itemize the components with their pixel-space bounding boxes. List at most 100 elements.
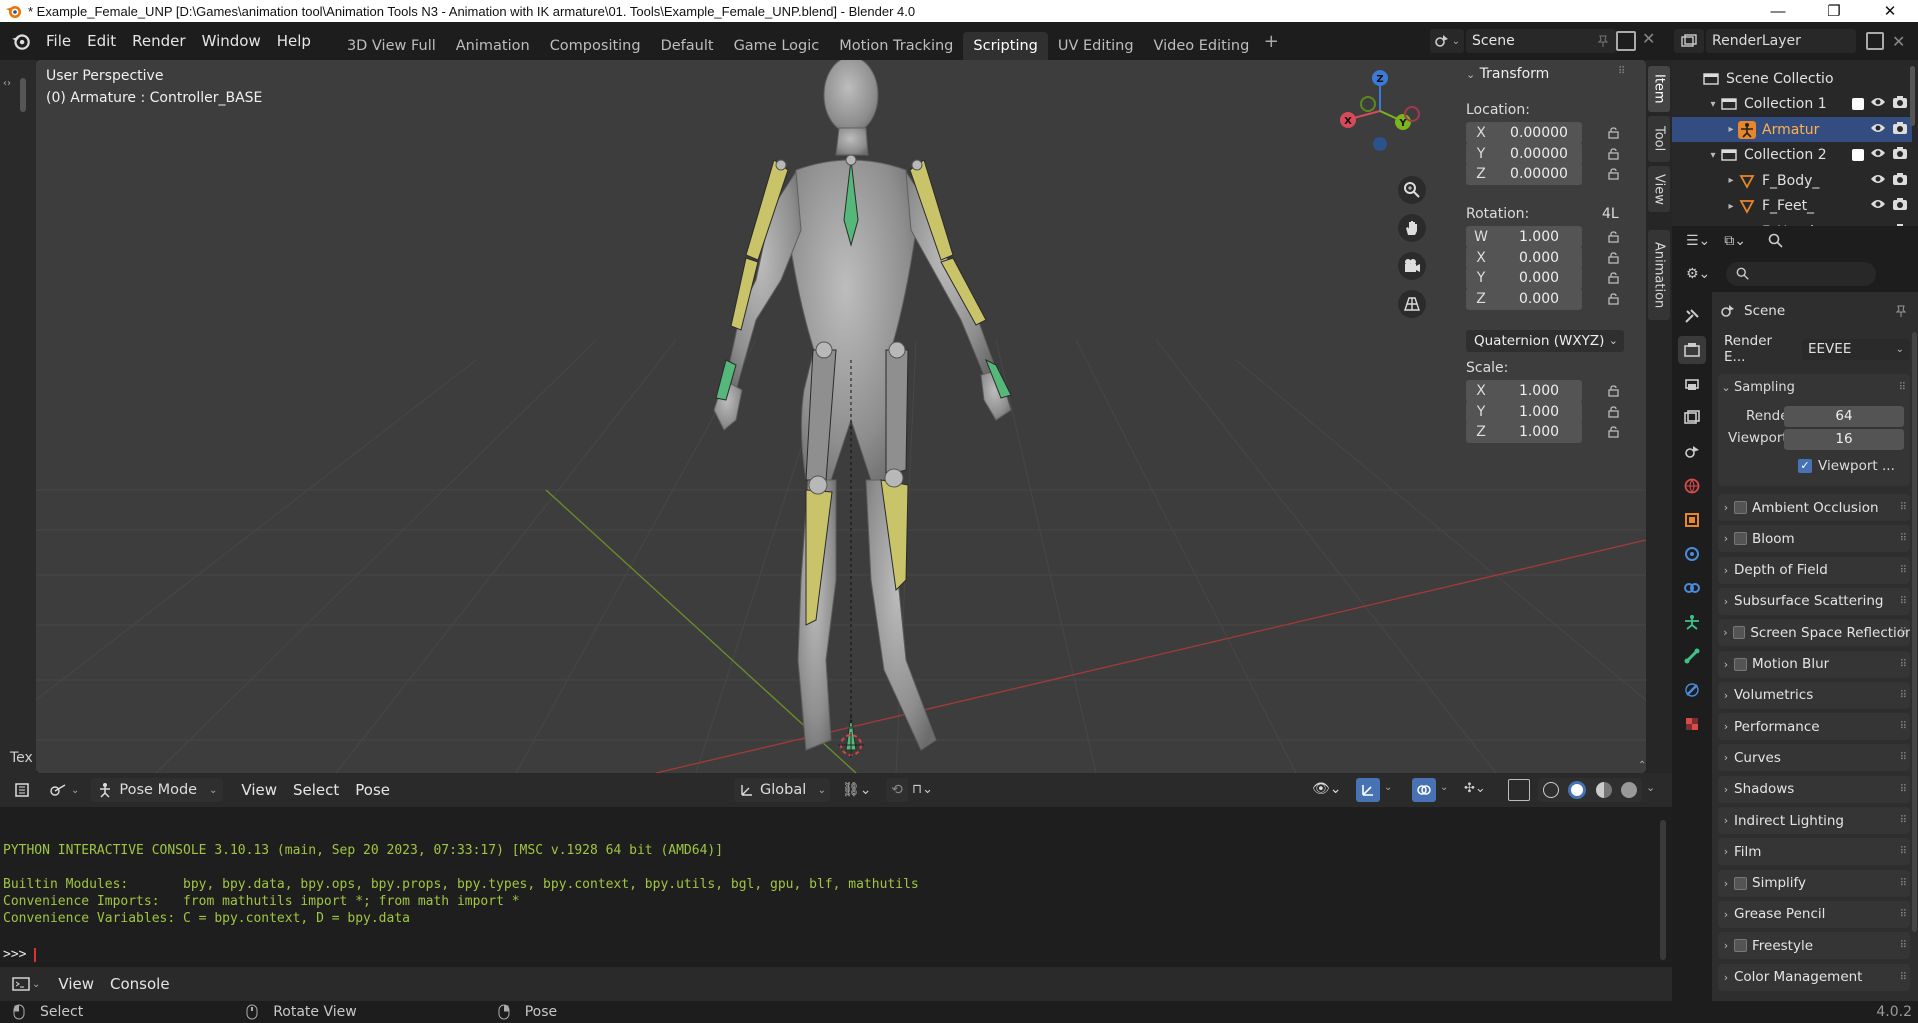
solid-shading-icon[interactable] [1568,781,1587,799]
camera-view-button[interactable] [1398,252,1426,280]
console-menu-view[interactable]: View [50,975,102,993]
menu-edit[interactable]: Edit [79,28,124,54]
close-window-button[interactable]: ✕ [1862,0,1918,22]
lock-icon[interactable] [1606,405,1620,418]
object-tab-icon[interactable] [1678,506,1706,534]
visibility-eye-icon[interactable] [1870,198,1886,214]
transform-panel-header[interactable]: ⌄ Transform [1466,66,1549,82]
menu-render[interactable]: Render [124,28,193,54]
render-engine-dropdown[interactable]: EEVEE ⌄ [1802,338,1910,360]
properties-search-field[interactable] [1726,262,1877,286]
panel-grip-icon[interactable]: ⠿ [1900,596,1907,607]
menu-help[interactable]: Help [269,28,319,54]
panel-grip-icon[interactable]: ⠿ [1900,502,1907,513]
panel-grip-icon[interactable]: ⠿ [1900,972,1907,983]
world-tab-icon[interactable] [1678,472,1706,500]
panel-grip-icon[interactable]: ⠿ [1900,940,1907,951]
panel-performance[interactable]: › Performance ⠿ [1718,713,1910,741]
menu-view[interactable]: View [233,781,285,799]
outliner-row[interactable]: ▾ Collection 2 [1672,143,1912,168]
scene-browse-button[interactable]: ⌄ [1430,29,1464,53]
lock-icon[interactable] [1606,147,1620,160]
snap-target-button[interactable]: ⊓⌄ [912,782,933,797]
add-workspace-button[interactable]: + [1259,31,1283,52]
panel-grip-icon[interactable]: ⠿ [1900,690,1907,701]
scene-tab-icon[interactable] [1678,438,1706,466]
panel-grip-icon[interactable]: ⠿ [1900,533,1907,544]
rotation-lock-mode[interactable]: 4L [1602,206,1619,222]
delete-view-layer-icon[interactable]: ✕ [1892,32,1905,51]
view-layer-tab-icon[interactable] [1678,404,1706,432]
editor-type-icon[interactable] [14,782,30,798]
tab-scripting[interactable]: Scripting [963,32,1048,60]
outliner-view-button[interactable]: ⧉⌄ [1724,233,1746,249]
render-camera-icon[interactable] [1892,121,1908,139]
console-editor-type-button[interactable]: ⌄ [12,976,40,992]
panel-grip-icon[interactable]: ⠿ [1899,382,1906,393]
panel-indirect-lighting[interactable]: › Indirect Lighting ⠿ [1718,807,1910,834]
tab-video-editing[interactable]: Video Editing [1144,32,1260,60]
panel-grip-icon[interactable]: ⠿ [1900,659,1907,670]
viewport-samples-field[interactable]: 16 [1784,429,1904,450]
panel-film[interactable]: › Film ⠿ [1718,838,1910,866]
new-scene-icon[interactable] [1616,31,1636,51]
location-x-field[interactable]: X 0.00000 [1466,122,1582,144]
toolbar-scrollbar[interactable] [20,78,26,112]
console-prompt[interactable]: >>> [3,947,37,962]
texture-tab-icon[interactable] [1678,710,1706,738]
3d-viewport[interactable]: User Perspective (0) Armature : Controll… [36,60,1646,773]
transform-grip-icon[interactable]: ⠿ [1618,66,1625,77]
scale-z-field[interactable]: Z 1.000 [1466,421,1582,443]
female-body-mesh[interactable] [713,60,1012,751]
panel-grip-icon[interactable]: ⠿ [1900,815,1907,826]
scale-x-field[interactable]: X 1.000 [1466,380,1582,402]
panel-grip-icon[interactable]: ⠿ [1900,784,1907,795]
lock-icon[interactable] [1606,168,1620,180]
outliner-row[interactable]: ▸ Armatur [1672,117,1912,142]
material-shading-icon[interactable] [1595,782,1612,798]
console-scrollbar[interactable] [1660,820,1666,960]
panel-grip-icon[interactable]: ⠿ [1900,627,1907,638]
tab-uv-editing[interactable]: UV Editing [1048,32,1144,60]
bone-tab-icon[interactable] [1678,642,1706,670]
tab-3d-view-full[interactable]: 3D View Full [337,32,446,60]
3d-cursor[interactable] [838,732,864,758]
lock-icon[interactable] [1606,251,1620,264]
outliner-row[interactable]: Scene Collectio [1672,66,1912,91]
panel-freestyle[interactable]: › Freestyle ⠿ [1718,932,1910,960]
bone-constraint-tab-icon[interactable] [1678,676,1706,704]
visibility-eye-icon[interactable] [1870,96,1886,112]
zoom-button[interactable] [1398,176,1426,204]
object-type-visibility-button[interactable]: ⌄ [48,782,79,798]
panel-color-management[interactable]: › Color Management ⠿ [1718,963,1910,991]
panel-enable-checkbox[interactable] [1734,876,1747,890]
visibility-eye-icon[interactable] [1870,122,1886,138]
bone-thigh-right[interactable] [885,349,909,476]
panel-grip-icon[interactable]: ⠿ [1900,909,1907,920]
exclude-checkbox-icon[interactable] [1852,98,1864,110]
scene-render[interactable] [36,60,1646,773]
rendered-shading-icon[interactable] [1621,782,1638,798]
expand-toggle-icon[interactable]: ▾ [1706,150,1720,161]
lock-icon[interactable] [1606,272,1620,284]
mode-dropdown[interactable]: Pose Mode ⌄ [91,778,224,802]
render-camera-icon[interactable] [1892,172,1908,190]
outliner-scrollbar[interactable] [1910,66,1915,126]
panel-enable-checkbox[interactable] [1734,657,1747,671]
panel-enable-checkbox[interactable] [1733,626,1746,640]
panel-ambient-occlusion[interactable]: › Ambient Occlusion ⠿ [1718,494,1910,521]
location-y-field[interactable]: Y 0.00000 [1466,142,1582,165]
lock-icon[interactable] [1606,127,1620,139]
menu-select[interactable]: Select [285,781,347,799]
pin-icon[interactable] [1894,304,1908,318]
outliner-row[interactable]: ▸ F_Feet_ [1672,194,1912,219]
scene-name-field[interactable]: Scene [1466,29,1616,53]
lock-icon[interactable] [1606,292,1620,305]
rotation-y-field[interactable]: Y 0.000 [1466,267,1582,289]
view-layer-field[interactable]: RenderLayer [1706,29,1856,53]
exclude-checkbox-icon[interactable] [1852,149,1864,161]
rotation-w-field[interactable]: W 1.000 [1466,226,1582,248]
outliner-row[interactable]: ▸ F_Body_ [1672,168,1912,193]
render-camera-icon[interactable] [1892,146,1908,164]
panel-depth-of-field[interactable]: › Depth of Field ⠿ [1718,556,1910,584]
